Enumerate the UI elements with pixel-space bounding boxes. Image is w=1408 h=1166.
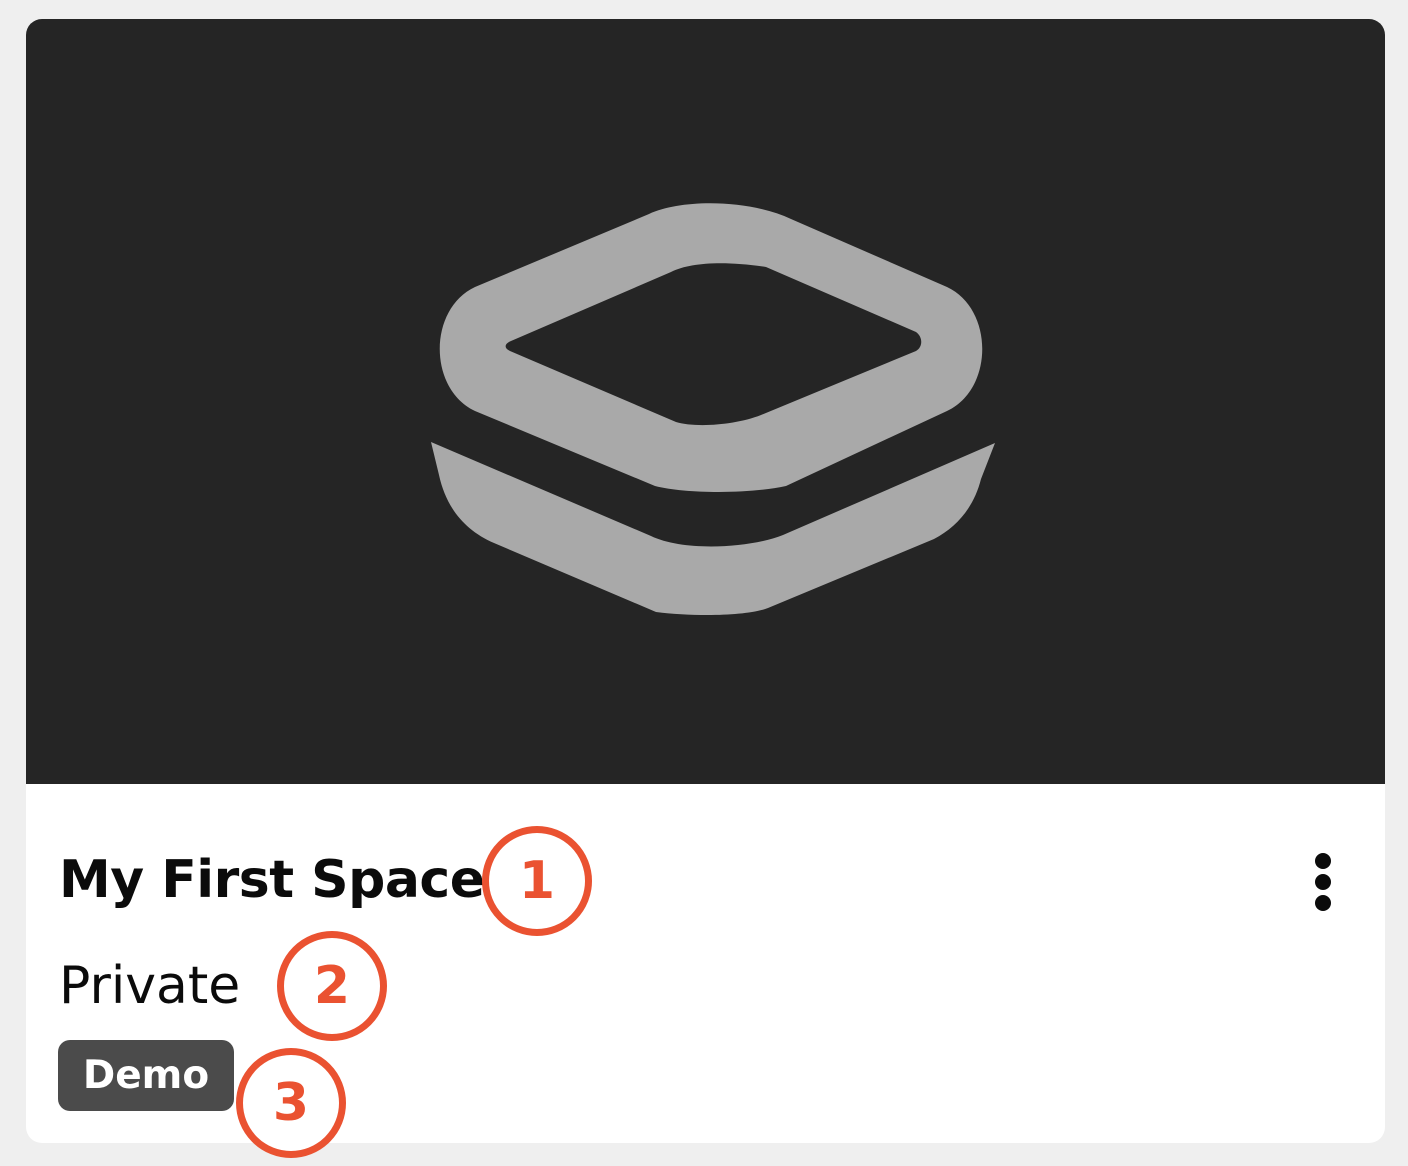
layered-square-logo-icon (431, 203, 995, 616)
annotation-callout-3: 3 (236, 1048, 346, 1158)
more-options-button[interactable] (1296, 847, 1350, 917)
space-tag[interactable]: Demo (58, 1040, 234, 1111)
annotation-callout-1: 1 (482, 826, 592, 936)
space-card[interactable]: My First Space Private Demo (26, 19, 1385, 1143)
space-thumbnail[interactable] (26, 19, 1385, 784)
space-visibility: Private (59, 956, 241, 1016)
annotation-callout-2: 2 (277, 931, 387, 1041)
space-title[interactable]: My First Space (59, 845, 485, 915)
